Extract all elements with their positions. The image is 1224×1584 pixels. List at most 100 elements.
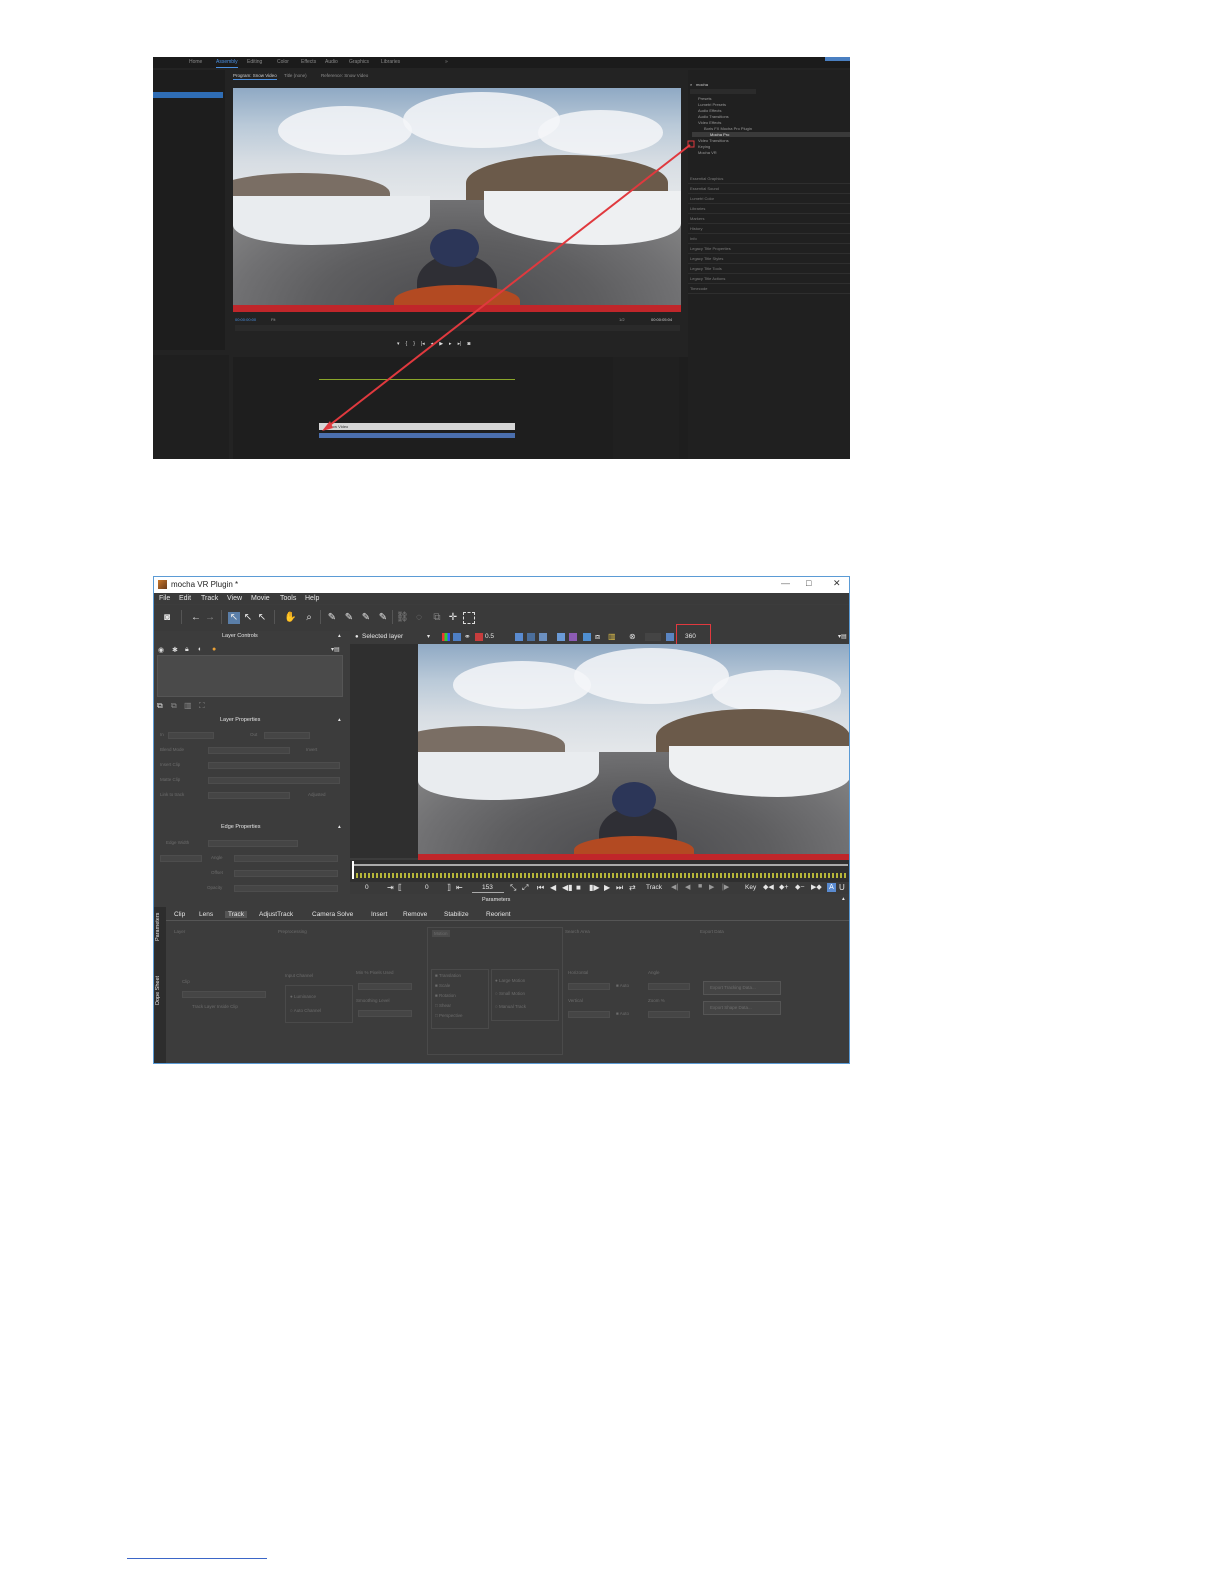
color-icon[interactable]: ◐	[198, 646, 202, 653]
auto-key-icon[interactable]: A	[827, 883, 836, 892]
collapse-icon[interactable]: ▴	[338, 717, 341, 723]
select-tool-icon[interactable]: ↖	[228, 612, 240, 624]
tab-track[interactable]: Track	[225, 911, 248, 918]
large-motion-radio[interactable]: ● Large Motion	[495, 978, 525, 983]
angle-search-field[interactable]	[648, 983, 690, 990]
shear-checkbox[interactable]: □ Shear	[435, 1003, 451, 1008]
set-in-icon[interactable]: ⇥	[387, 883, 394, 892]
rotation-checkbox[interactable]: ■ Rotation	[435, 993, 456, 998]
track-backwards-icon[interactable]: ◀|	[671, 883, 678, 891]
horizontal-auto-checkbox[interactable]: ■ Auto	[616, 983, 629, 988]
alpha-channel-icon[interactable]	[453, 633, 461, 641]
menu-tools[interactable]: Tools	[280, 595, 296, 602]
bezier-tool-icon[interactable]: ✎	[360, 612, 372, 624]
duplicate-layer-icon[interactable]: ⧉	[171, 701, 177, 711]
opacity-field[interactable]	[234, 885, 338, 892]
menu-track[interactable]: Track	[201, 595, 218, 602]
lock-icon[interactable]: 🔒︎	[185, 646, 189, 654]
close-button[interactable]: ✕	[833, 578, 841, 589]
auto-channel-radio[interactable]: ○ Auto Channel	[290, 1008, 321, 1013]
manual-track-radio[interactable]: ○ Manual Track	[495, 1004, 526, 1009]
smoothing-field[interactable]	[358, 1010, 412, 1017]
export-shape-button[interactable]: Export Shape Data...	[703, 1001, 781, 1015]
scale-checkbox[interactable]: ■ Scale	[435, 983, 450, 988]
minimize-button[interactable]: —	[781, 578, 790, 588]
track-forward-frame-icon[interactable]: ▶	[709, 883, 714, 891]
track-back-frame-icon[interactable]: ◀	[685, 883, 690, 891]
planar-surface-icon[interactable]	[515, 633, 523, 641]
insert-view-icon[interactable]	[569, 633, 577, 641]
magnet-key-icon[interactable]: U	[839, 883, 845, 892]
new-layer-folder-icon[interactable]: ⧉	[157, 701, 163, 711]
overlay-icon[interactable]: ⚭	[464, 632, 471, 641]
luminance-radio[interactable]: ● Luminance	[290, 994, 316, 999]
menu-file[interactable]: File	[159, 595, 170, 602]
side-tab-parameters[interactable]: Parameters	[155, 913, 161, 941]
angle-field[interactable]	[234, 855, 338, 862]
offset-field[interactable]	[234, 870, 338, 877]
small-motion-radio[interactable]: ○ Small Motion	[495, 991, 525, 996]
viewer-options-icon[interactable]: ▾▤	[838, 633, 847, 640]
play-forwards-icon[interactable]: ▮▶	[589, 883, 600, 892]
play-backwards-icon[interactable]: ◀▮	[562, 883, 573, 892]
out-field[interactable]	[264, 732, 310, 739]
zoom-tool-icon[interactable]: ⌕	[303, 612, 315, 624]
translation-checkbox[interactable]: ■ Translation	[435, 973, 461, 978]
timeline-strip[interactable]	[350, 860, 849, 882]
delete-layer-icon[interactable]: ▥	[184, 701, 192, 710]
mesh-icon[interactable]: ▥	[608, 632, 616, 641]
stabilize-view-icon[interactable]	[557, 633, 565, 641]
xspline-tool-icon[interactable]: ✎	[326, 612, 338, 624]
in-point-field[interactable]: 0	[365, 884, 369, 891]
menu-help[interactable]: Help	[305, 595, 319, 602]
camera-icon[interactable]: ◙	[161, 612, 173, 624]
select-points-icon[interactable]: ↖	[242, 612, 254, 624]
clear-out-icon[interactable]: ⟧	[447, 883, 451, 892]
vertical-auto-checkbox[interactable]: ■ Auto	[616, 1011, 629, 1016]
blend-mode-select[interactable]	[208, 747, 290, 754]
link-to-track-select[interactable]	[208, 792, 290, 799]
side-tab-dope-sheet[interactable]: Dope Sheet	[155, 976, 161, 1005]
opacity-value[interactable]: 0.5	[485, 633, 494, 640]
redo-icon[interactable]: →	[204, 612, 216, 624]
track-icon[interactable]	[539, 633, 547, 641]
matte-color-icon[interactable]: ●	[212, 646, 216, 653]
maximize-button[interactable]: □	[806, 578, 811, 588]
clip-view-icon[interactable]: ⧈	[595, 632, 600, 642]
step-back-icon[interactable]: ◀	[550, 883, 556, 892]
remove-view-icon[interactable]	[583, 633, 591, 641]
tab-stabilize[interactable]: Stabilize	[444, 911, 469, 918]
add-key-icon[interactable]: ◆+	[779, 883, 788, 891]
timeline-track[interactable]	[352, 864, 848, 866]
menu-edit[interactable]: Edit	[179, 595, 191, 602]
clear-in-icon[interactable]: ⟦	[398, 883, 402, 892]
min-pixels-field[interactable]	[358, 983, 412, 990]
add-bezier-icon[interactable]: ✎	[377, 612, 389, 624]
matte-clip-select[interactable]	[208, 777, 340, 784]
rgb-channel-icon[interactable]	[442, 633, 450, 641]
in-field[interactable]	[168, 732, 214, 739]
vr-layout-icon[interactable]	[666, 633, 674, 641]
link-icon[interactable]: ⛓	[396, 612, 409, 624]
scale-tool-icon[interactable]: ⧉	[431, 612, 443, 624]
magnet-icon[interactable]: ◌	[413, 612, 425, 624]
layer-options-icon[interactable]: ▾▤	[331, 646, 340, 653]
stop-icon[interactable]: ■	[576, 883, 581, 892]
vertical-field[interactable]	[568, 1011, 610, 1018]
undo-icon[interactable]: ←	[190, 612, 202, 624]
zoom-timeline-icon[interactable]: ⤡	[510, 883, 516, 893]
add-xspline-icon[interactable]: ✎	[343, 612, 355, 624]
go-to-start-icon[interactable]: ⏮	[537, 883, 544, 893]
set-out-icon[interactable]: ⇤	[456, 883, 463, 892]
hand-tool-icon[interactable]: ✋	[284, 612, 296, 624]
chevron-down-icon[interactable]: ▾	[427, 633, 430, 640]
move-tool-icon[interactable]: ✛	[447, 612, 459, 624]
track-stop-icon[interactable]: ■	[698, 883, 702, 890]
zoom-search-field[interactable]	[648, 1011, 690, 1018]
collapse-icon[interactable]: ▴	[338, 633, 341, 639]
surface-tool-icon[interactable]	[463, 612, 475, 624]
target-icon[interactable]: ⊗	[629, 632, 636, 641]
fit-timeline-icon[interactable]: ⤢	[522, 883, 528, 893]
playhead[interactable]	[352, 861, 354, 879]
export-tracking-button[interactable]: Export Tracking Data...	[703, 981, 781, 995]
